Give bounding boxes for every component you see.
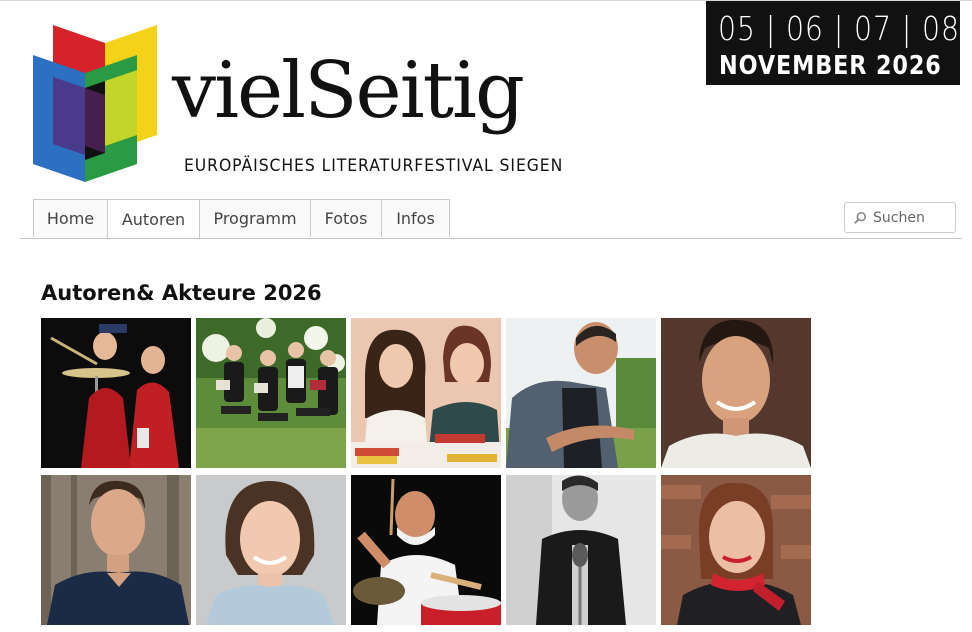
tab-infos[interactable]: Infos	[381, 199, 450, 237]
photo-man-pointing-outdoors-icon	[506, 318, 656, 468]
author-photo-8[interactable]	[351, 475, 501, 625]
tab-home[interactable]: Home	[33, 199, 108, 237]
author-photo-2[interactable]	[196, 318, 346, 468]
tab-fotos[interactable]: Fotos	[310, 199, 382, 237]
author-photo-1[interactable]	[41, 318, 191, 468]
festival-month-year: NOVEMBER 2026	[719, 51, 942, 81]
photo-man-smiling-portrait-icon	[661, 318, 811, 468]
photo-performers-cymbal-icon	[41, 318, 191, 468]
main-nav: Home Autoren Programm Fotos Infos	[33, 199, 450, 239]
search-input[interactable]	[871, 208, 955, 227]
search-box[interactable]	[844, 202, 956, 233]
photo-group-reading-garden-icon	[196, 318, 346, 468]
photo-man-wood-background-icon	[41, 475, 191, 625]
festival-dates-banner: 05 | 06 | 07 | 08 NOVEMBER 2026	[706, 1, 960, 85]
search-icon[interactable]	[853, 210, 867, 226]
festival-days: 05 | 06 | 07 | 08	[718, 9, 960, 48]
page-title: Autoren& Akteure 2026	[41, 281, 322, 305]
author-photo-9[interactable]	[506, 475, 656, 625]
author-photo-10[interactable]	[661, 475, 811, 625]
photo-drummer-performing-icon	[351, 475, 501, 625]
author-photo-6[interactable]	[41, 475, 191, 625]
author-photo-3[interactable]	[351, 318, 501, 468]
photo-singer-microphone-bw-icon	[506, 475, 656, 625]
photo-woman-red-scarf-icon	[661, 475, 811, 625]
nav-divider	[20, 238, 962, 239]
photo-two-women-books-icon	[351, 318, 501, 468]
author-photo-4[interactable]	[506, 318, 656, 468]
tab-programm[interactable]: Programm	[199, 199, 311, 237]
logo-subtitle: EUROPÄISCHES LITERATURFESTIVAL SIEGEN	[184, 156, 564, 176]
tab-autoren[interactable]: Autoren	[107, 199, 200, 239]
author-photo-7[interactable]	[196, 475, 346, 625]
festival-logo-icon[interactable]	[33, 25, 157, 182]
logo-wordmark[interactable]: vielSeitig	[172, 52, 525, 130]
author-photo-5[interactable]	[661, 318, 811, 468]
photo-woman-smiling-portrait-icon	[196, 475, 346, 625]
